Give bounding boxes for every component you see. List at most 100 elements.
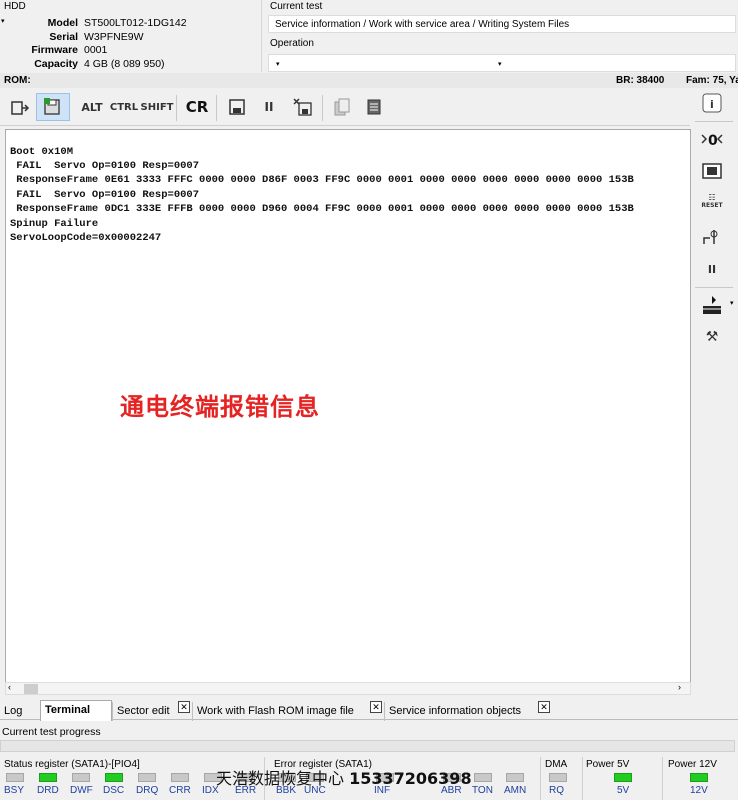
- serial-label: Serial: [49, 31, 78, 43]
- drive-menu-dropdown-icon[interactable]: ▾: [730, 299, 734, 307]
- power12-led: [690, 773, 708, 782]
- dma-title: DMA: [545, 759, 568, 770]
- info-icon[interactable]: i: [695, 91, 729, 115]
- capacity-value: 4 GB (8 089 950): [84, 58, 165, 70]
- terminal-line: Boot 0x10M: [10, 146, 74, 158]
- save-icon[interactable]: [224, 93, 250, 121]
- rom-status-bar: ROM: BR: 38400 Fam: 75, Ya: [0, 73, 738, 88]
- model-value: ST500LT012-1DG142: [84, 17, 187, 29]
- status-led-label: DSC: [103, 785, 125, 796]
- carriage-return-button[interactable]: CR: [184, 93, 210, 121]
- connect-icon[interactable]: [6, 93, 34, 121]
- reset-glyph-icon: ☷: [708, 192, 716, 202]
- power-cycle-icon[interactable]: 0: [695, 127, 729, 151]
- capacity-row: Capacity 4 GB (8 089 950): [0, 58, 262, 72]
- annotation-overlay: 通电终端报错信息: [120, 393, 320, 421]
- tab-terminal[interactable]: Terminal: [40, 700, 112, 721]
- sidebar-separator: [695, 287, 733, 288]
- power5-led: [614, 773, 632, 782]
- alt-key-button[interactable]: ALT: [80, 93, 104, 121]
- status-led: [72, 773, 90, 782]
- serial-value: W3PFNE9W: [84, 31, 144, 43]
- current-test-title: Current test: [270, 1, 323, 12]
- status-led: [138, 773, 156, 782]
- scroll-left-icon[interactable]: ‹: [8, 682, 11, 692]
- hdd-info-panel: HDD ▾ Model ST500LT012-1DG142 Serial W3P…: [0, 0, 262, 72]
- watermark-text: 天浩数据恢复中心: [216, 769, 345, 788]
- status-led-label: DWF: [70, 785, 93, 796]
- close-icon[interactable]: ✕: [538, 701, 550, 713]
- current-test-field: Service information / Work with service …: [268, 15, 736, 33]
- terminal-output[interactable]: Boot 0x10M FAIL Servo Op=0100 Resp=0007 …: [5, 129, 691, 683]
- operation-sub-dropdown-icon[interactable]: ▾: [498, 60, 502, 68]
- terminal-line: Spinup Failure: [10, 218, 99, 230]
- shift-key-button[interactable]: SHIFT: [141, 93, 174, 121]
- register-separator: [540, 757, 541, 800]
- horizontal-scrollbar[interactable]: ‹ ›: [5, 682, 691, 695]
- ctrl-key-button[interactable]: CTRL: [110, 93, 138, 121]
- chip-icon[interactable]: [695, 159, 729, 183]
- save-log-icon[interactable]: [36, 93, 70, 121]
- pause-button[interactable]: II: [256, 93, 282, 121]
- drive-menu-icon[interactable]: [695, 293, 729, 317]
- close-icon[interactable]: ✕: [370, 701, 382, 713]
- watermark-phone: 15337206398: [349, 769, 472, 788]
- tab-log[interactable]: Log: [0, 702, 26, 721]
- operation-dropdown-icon[interactable]: ▾: [276, 60, 280, 68]
- firmware-row: Firmware 0001: [0, 44, 262, 58]
- register-separator: [582, 757, 583, 800]
- tab-flash-rom[interactable]: Work with Flash ROM image file: [192, 702, 358, 721]
- watermark: 天浩数据恢复中心 15337206398: [216, 765, 472, 789]
- close-icon[interactable]: ✕: [178, 701, 190, 713]
- capacity-label: Capacity: [34, 58, 78, 70]
- bottom-tabs: Log Terminal Sector edit ✕ Work with Fla…: [0, 700, 738, 721]
- power12-title: Power 12V: [668, 759, 717, 770]
- tab-service-info[interactable]: Service information objects: [384, 702, 525, 721]
- serial-row: Serial W3PFNE9W: [0, 31, 262, 45]
- power5-led-label: 5V: [617, 785, 630, 796]
- scroll-thumb[interactable]: [24, 684, 38, 694]
- operation-title: Operation: [270, 38, 314, 49]
- svg-text:i: i: [710, 98, 714, 111]
- toolbar-separator: [322, 95, 323, 121]
- jumper-icon[interactable]: [695, 225, 729, 249]
- power5-title: Power 5V: [586, 759, 630, 770]
- copy-icon[interactable]: [330, 93, 356, 121]
- error-led-label: AMN: [504, 785, 527, 796]
- status-led-label: DRD: [37, 785, 59, 796]
- sidebar-separator: [695, 121, 733, 122]
- status-led: [105, 773, 123, 782]
- error-led-label: TON: [472, 785, 493, 796]
- status-led: [6, 773, 24, 782]
- error-led: [506, 773, 524, 782]
- sidebar-pause-button[interactable]: II: [695, 257, 729, 281]
- status-register-title: Status register (SATA1)-[PIO4]: [4, 759, 140, 770]
- status-led-label: CRR: [169, 785, 191, 796]
- tools-icon[interactable]: ⚒: [695, 325, 729, 349]
- toolbar-separator: [176, 95, 177, 121]
- operation-field[interactable]: [268, 54, 736, 72]
- dma-led: [549, 773, 567, 782]
- tab-sector-edit[interactable]: Sector edit: [112, 702, 174, 721]
- status-led-label: DRQ: [136, 785, 159, 796]
- print-icon[interactable]: [362, 93, 388, 121]
- scroll-right-icon[interactable]: ›: [678, 682, 681, 692]
- error-led: [474, 773, 492, 782]
- hdd-group-title: HDD: [4, 1, 26, 12]
- progress-label: Current test progress: [2, 726, 101, 738]
- register-separator: [662, 757, 663, 800]
- reset-icon[interactable]: ☷ RESET: [695, 189, 729, 213]
- terminal-line: ServoLoopCode=0x00002247: [10, 232, 162, 244]
- status-led: [171, 773, 189, 782]
- terminal-line: ResponseFrame 0E61 3333 FFFC 0000 0000 D…: [10, 174, 634, 186]
- clear-save-icon[interactable]: [290, 93, 316, 121]
- family-info: Fam: 75, Ya: [686, 75, 738, 86]
- terminal-line: ResponseFrame 0DC1 333E FFFB 0000 0000 D…: [10, 203, 634, 215]
- rom-label: ROM:: [4, 75, 31, 86]
- model-label: Model: [47, 17, 78, 29]
- firmware-label: Firmware: [31, 44, 78, 56]
- status-led: [39, 773, 57, 782]
- model-row: Model ST500LT012-1DG142: [0, 17, 262, 31]
- current-test-panel: Current test Service information / Work …: [266, 0, 738, 72]
- right-sidebar: i 0 ☷ RESET II ▾ ⚒: [691, 89, 738, 701]
